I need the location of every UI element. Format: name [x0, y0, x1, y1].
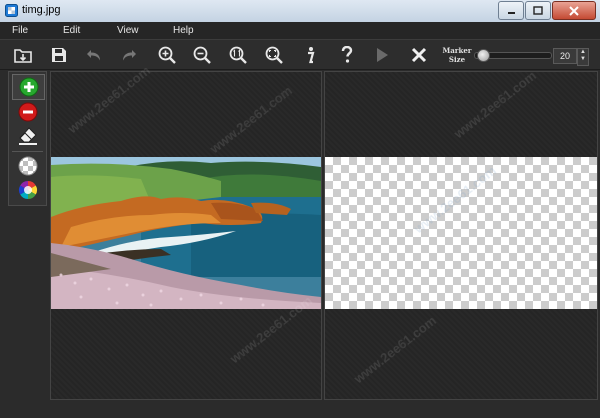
original-image-pane[interactable]: www.2ee61.com www.2ee61.com www.2ee61.co… [50, 63, 322, 400]
zoom-in-icon [158, 46, 176, 64]
minimize-button[interactable] [498, 1, 524, 20]
actual-size-icon [229, 46, 247, 64]
close-icon [569, 5, 579, 16]
fit-button[interactable] [263, 44, 285, 66]
open-icon [14, 49, 32, 63]
eraser-icon [18, 127, 37, 145]
marker-label-line1: Marker [442, 46, 472, 55]
window-controls [497, 1, 596, 20]
marker-size-slider-thumb[interactable] [477, 49, 490, 62]
zoom-out-icon [193, 46, 211, 64]
undo-button[interactable] [83, 44, 105, 66]
transparent-bg-icon [18, 156, 37, 176]
title-bar: timg.jpg [0, 0, 600, 23]
open-button[interactable] [12, 44, 34, 66]
undo-icon [87, 50, 100, 61]
menu-view[interactable]: View [117, 25, 139, 36]
redo-button[interactable] [118, 44, 140, 66]
marker-size-spinner[interactable]: ▲ ▼ [577, 48, 589, 66]
help-button[interactable] [336, 44, 358, 66]
transparent-bg-tool[interactable] [12, 154, 43, 178]
marker-size-slider[interactable] [474, 49, 552, 62]
tool-panel [8, 71, 47, 206]
add-marker-icon [19, 77, 38, 97]
spin-down-icon[interactable]: ▼ [578, 56, 588, 63]
zoom-out-button[interactable] [191, 44, 213, 66]
eraser-tool[interactable] [12, 124, 43, 148]
menu-help[interactable]: Help [173, 25, 194, 36]
maximize-button[interactable] [525, 1, 551, 20]
result-image-pane[interactable]: www.2ee61.com www.2ee61.com www.2ee61.co… [324, 68, 598, 400]
info-button[interactable] [299, 44, 321, 66]
save-button[interactable] [48, 44, 70, 66]
redo-icon [123, 50, 136, 61]
actual-size-button[interactable] [227, 44, 249, 66]
tool-separator [12, 151, 43, 152]
remove-marker-tool[interactable] [12, 100, 43, 124]
window-title: timg.jpg [22, 4, 61, 16]
play-icon [377, 48, 388, 62]
info-icon [308, 47, 315, 64]
marker-label-line2: Size [448, 55, 466, 64]
menu-bar: File Edit View Help [0, 22, 600, 40]
clear-button[interactable] [408, 44, 430, 66]
restore-icon [533, 6, 543, 15]
coastal-landscape-image [51, 157, 321, 309]
save-icon [52, 48, 66, 62]
menu-file[interactable]: File [12, 25, 28, 36]
add-marker-tool[interactable] [12, 74, 45, 100]
transparent-result-canvas[interactable] [325, 157, 597, 309]
remove-marker-icon [18, 102, 37, 122]
original-photo[interactable] [51, 157, 321, 309]
marker-size-label: Marker Size [442, 46, 472, 64]
help-icon [341, 46, 353, 63]
color-wheel-icon [18, 181, 37, 199]
clear-x-icon [411, 47, 427, 63]
menu-edit[interactable]: Edit [63, 25, 80, 36]
app-icon [5, 4, 18, 17]
run-button[interactable] [371, 44, 393, 66]
marker-size-input[interactable]: 20 [553, 48, 577, 64]
spin-up-icon[interactable]: ▲ [578, 49, 588, 56]
color-bg-tool[interactable] [12, 178, 43, 202]
minimize-icon [507, 12, 515, 14]
fit-icon [265, 46, 283, 64]
toolbar: Marker Size 20 ▲ ▼ [0, 40, 600, 70]
zoom-in-button[interactable] [156, 44, 178, 66]
close-button[interactable] [552, 1, 596, 20]
